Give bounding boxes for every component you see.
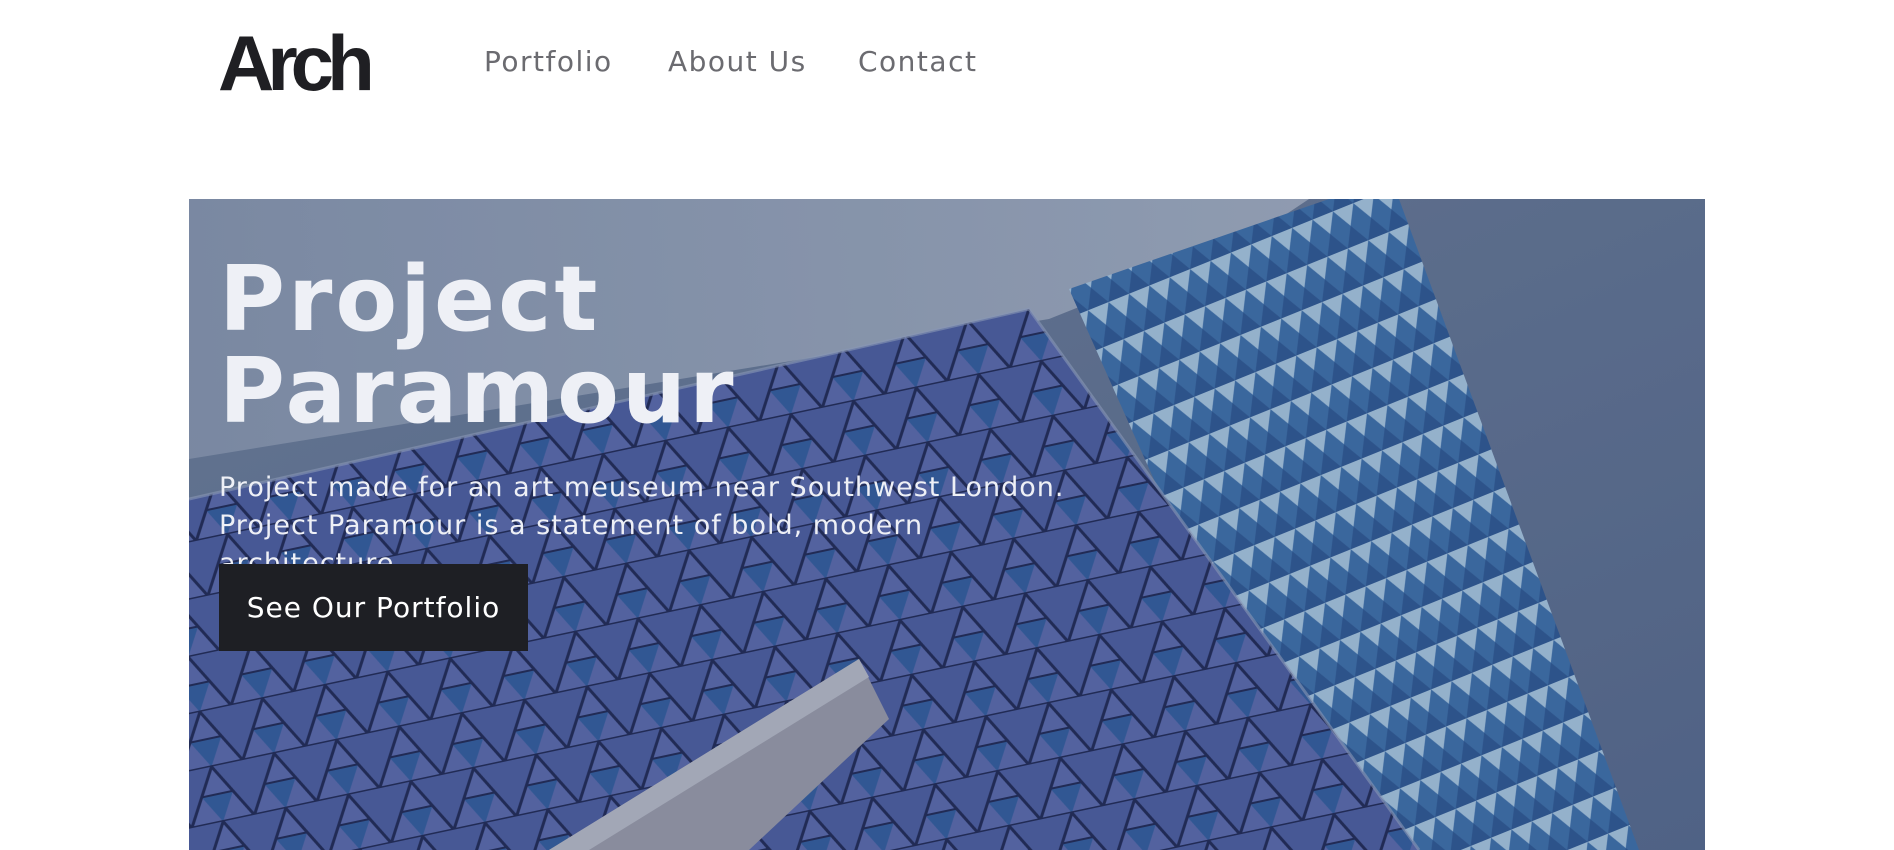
nav-link-contact[interactable]: Contact <box>858 44 977 80</box>
hero-title-line-1: Project <box>219 247 601 352</box>
hero-section: Project Paramour Project made for an art… <box>189 199 1705 850</box>
page: Arch Portfolio About Us Contact Project … <box>0 0 1894 850</box>
nav-link-portfolio[interactable]: Portfolio <box>484 44 613 80</box>
nav-link-about-us[interactable]: About Us <box>668 44 807 80</box>
see-portfolio-button[interactable]: See Our Portfolio <box>219 564 528 651</box>
site-logo[interactable]: Arch <box>218 24 375 102</box>
hero-title-line-2: Paramour <box>219 339 737 444</box>
hero-title: Project Paramour <box>219 254 736 438</box>
